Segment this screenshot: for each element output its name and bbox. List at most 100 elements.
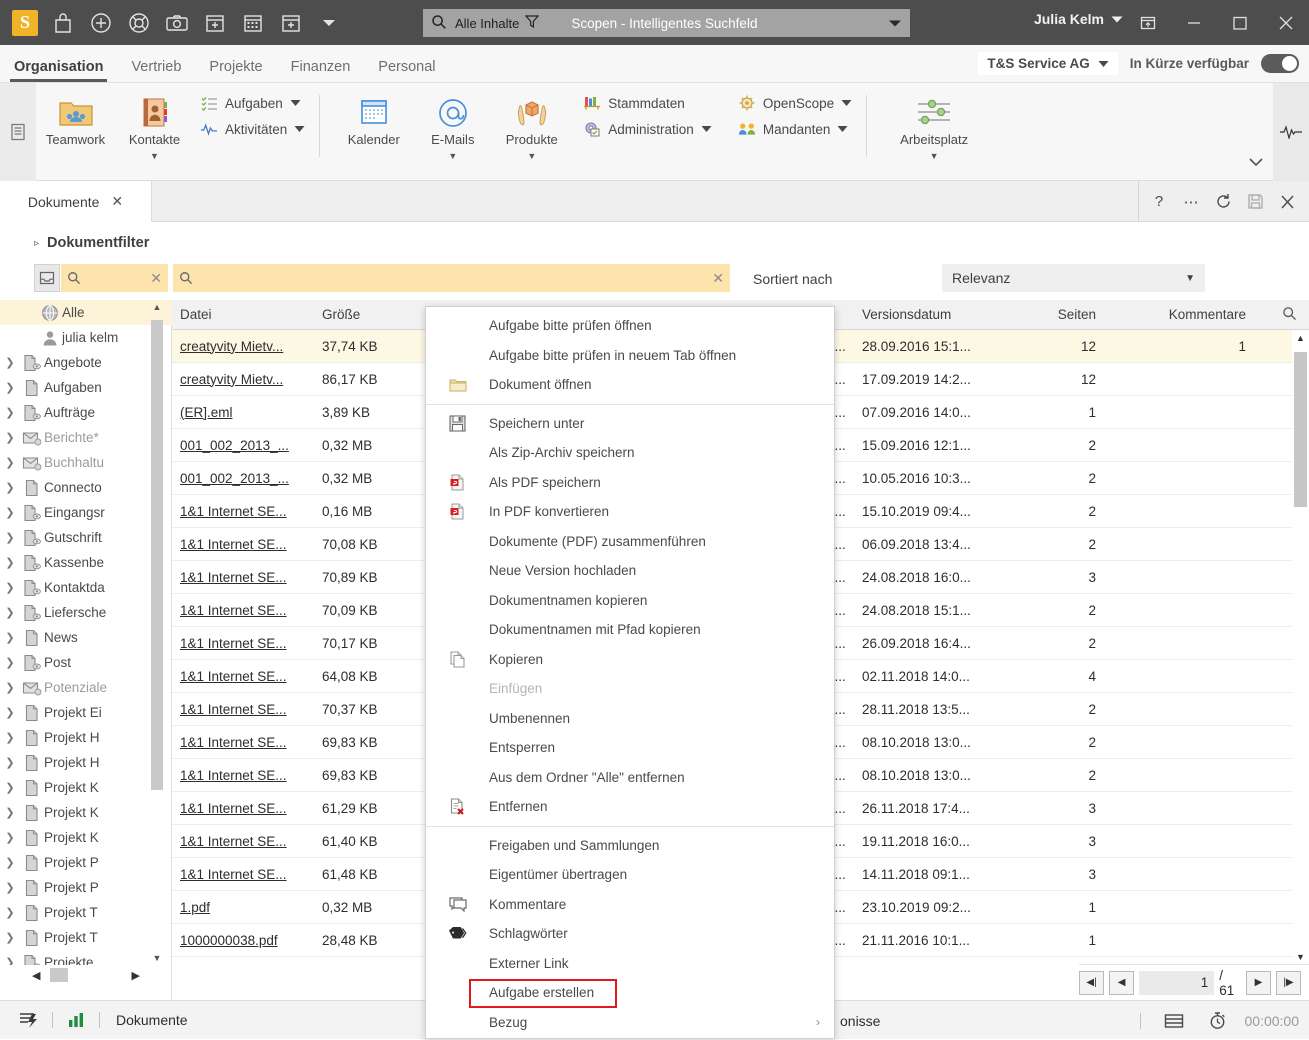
page-number-input[interactable]: 1 bbox=[1139, 971, 1214, 995]
page-next-button[interactable]: ▶ bbox=[1246, 971, 1271, 995]
chevron-down-icon[interactable]: ▼ bbox=[448, 151, 457, 161]
company-selector[interactable]: T&S Service AG bbox=[978, 52, 1117, 75]
ribbon-button-emails[interactable]: E-Mails ▼ bbox=[413, 83, 492, 161]
chevron-right-icon[interactable]: ❯ bbox=[0, 856, 20, 869]
filter-funnel-icon[interactable] bbox=[525, 14, 539, 32]
dokumentfilter-header[interactable]: ▹ Dokumentfilter bbox=[0, 222, 1309, 264]
close-icon[interactable] bbox=[1263, 0, 1309, 45]
quick-filter-input[interactable]: ✕ bbox=[61, 264, 168, 292]
column-header-groesse[interactable]: Größe bbox=[314, 307, 414, 322]
column-header-versionsdatum[interactable]: Versionsdatum bbox=[854, 307, 1004, 322]
menu-item-speichern-unter[interactable]: Speichern unter bbox=[426, 409, 834, 439]
chevron-down-icon[interactable] bbox=[310, 4, 348, 42]
page-prev-button[interactable]: ◀ bbox=[1109, 971, 1134, 995]
restore-down-icon[interactable] bbox=[1125, 0, 1171, 45]
sort-select[interactable]: Relevanz ▼ bbox=[942, 264, 1205, 292]
document-name-link[interactable]: 001_002_2013_... bbox=[180, 438, 289, 453]
tree-item-aufgaben[interactable]: ❯Aufgaben bbox=[0, 375, 172, 400]
tree-item-berichte[interactable]: ❯Berichte* bbox=[0, 425, 172, 450]
scroll-left-icon[interactable]: ◀ bbox=[32, 969, 40, 982]
chevron-right-icon[interactable]: ❯ bbox=[0, 531, 20, 544]
document-name-link[interactable]: 1&1 Internet SE... bbox=[180, 867, 287, 882]
menu-item-dokumentnamen-mit-pfad-kopieren[interactable]: Dokumentnamen mit Pfad kopieren bbox=[426, 615, 834, 645]
bag-icon[interactable] bbox=[44, 4, 82, 42]
scroll-up-icon[interactable]: ▲ bbox=[151, 300, 163, 314]
chevron-down-icon[interactable]: ▼ bbox=[527, 151, 536, 161]
tab-finanzen[interactable]: Finanzen bbox=[277, 59, 365, 82]
tree-item-projekt-p[interactable]: ❯Projekt P bbox=[0, 850, 172, 875]
camera-icon[interactable] bbox=[158, 4, 196, 42]
tree-item-gutschrift[interactable]: ❯Gutschrift bbox=[0, 525, 172, 550]
menu-item-in-pdf-konvertieren[interactable]: In PDF konvertieren bbox=[426, 497, 834, 527]
ribbon-expand-chevron-icon[interactable] bbox=[1239, 83, 1273, 181]
tree-item-projekte[interactable]: ❯Projekte bbox=[0, 950, 172, 965]
tab-projekte[interactable]: Projekte bbox=[195, 59, 276, 82]
ribbon-launcher-button[interactable] bbox=[0, 83, 36, 181]
chevron-right-icon[interactable]: ❯ bbox=[0, 506, 20, 519]
menu-item-schlagwörter[interactable]: Schlagwörter bbox=[426, 919, 834, 949]
menu-item-bezug[interactable]: Bezug› bbox=[426, 1008, 834, 1038]
menu-item-dokument-öffnen[interactable]: Dokument öffnen bbox=[426, 370, 834, 400]
menu-item-als-zip-archiv-speichern[interactable]: Als Zip-Archiv speichern bbox=[426, 438, 834, 468]
document-name-link[interactable]: 1&1 Internet SE... bbox=[180, 570, 287, 585]
tree-vertical-scrollbar[interactable]: ▲ ▼ bbox=[151, 300, 163, 965]
chevron-right-icon[interactable]: ❯ bbox=[0, 656, 20, 669]
search-dropdown-icon[interactable] bbox=[888, 16, 902, 31]
column-header-kommentare[interactable]: Kommentare bbox=[1104, 307, 1254, 322]
chevron-right-icon[interactable]: ❯ bbox=[0, 381, 20, 394]
stopwatch-icon[interactable] bbox=[1201, 1001, 1235, 1040]
document-name-link[interactable]: 1&1 Internet SE... bbox=[180, 537, 287, 552]
more-options-icon[interactable]: ⋯ bbox=[1175, 181, 1207, 222]
menu-item-aus-dem-ordner-alle-entfernen[interactable]: Aus dem Ordner "Alle" entfernen bbox=[426, 763, 834, 793]
menu-item-dokumentnamen-kopieren[interactable]: Dokumentnamen kopieren bbox=[426, 586, 834, 616]
chevron-right-icon[interactable]: ❯ bbox=[0, 581, 20, 594]
chevron-right-icon[interactable]: ❯ bbox=[0, 756, 20, 769]
ribbon-button-aufgaben[interactable]: Aufgaben bbox=[200, 94, 305, 112]
chevron-right-icon[interactable]: ❯ bbox=[0, 831, 20, 844]
maximize-icon[interactable] bbox=[1217, 0, 1263, 45]
tree-item-buchhaltu[interactable]: ❯Buchhaltu bbox=[0, 450, 172, 475]
document-name-link[interactable]: 001_002_2013_... bbox=[180, 471, 289, 486]
column-header-seiten[interactable]: Seiten bbox=[1004, 307, 1104, 322]
help-icon[interactable]: ? bbox=[1143, 181, 1175, 222]
document-name-link[interactable]: creatyvity Mietv... bbox=[180, 339, 283, 354]
tree-horizontal-scrollbar[interactable]: ◀ ▶ bbox=[0, 966, 172, 984]
tree-item-alle[interactable]: Alle bbox=[0, 300, 172, 325]
chevron-right-icon[interactable]: ❯ bbox=[0, 456, 20, 469]
menu-item-als-pdf-speichern[interactable]: Als PDF speichern bbox=[426, 468, 834, 498]
clear-icon[interactable]: ✕ bbox=[150, 270, 162, 287]
menu-item-entfernen[interactable]: Entfernen bbox=[426, 792, 834, 822]
tab-organisation[interactable]: Organisation bbox=[0, 59, 117, 82]
ribbon-button-teamwork[interactable]: Teamwork bbox=[36, 83, 115, 147]
scroll-down-icon[interactable]: ▼ bbox=[1292, 949, 1309, 965]
tab-dokumente[interactable]: Dokumente ✕ bbox=[0, 181, 152, 222]
chevron-right-icon[interactable]: ❯ bbox=[0, 406, 20, 419]
tree-item-projekt-k[interactable]: ❯Projekt K bbox=[0, 775, 172, 800]
document-name-link[interactable]: 1&1 Internet SE... bbox=[180, 504, 287, 519]
search-scope-label[interactable]: Alle Inhalte bbox=[455, 16, 519, 31]
tree-item-projekt-h[interactable]: ❯Projekt H bbox=[0, 750, 172, 775]
document-name-link[interactable]: 1.pdf bbox=[180, 900, 210, 915]
window-add-icon[interactable] bbox=[272, 4, 310, 42]
ribbon-button-openscope[interactable]: OpenScope bbox=[738, 94, 852, 112]
document-name-link[interactable]: 1&1 Internet SE... bbox=[180, 702, 287, 717]
tree-item-projekt-t[interactable]: ❯Projekt T bbox=[0, 900, 172, 925]
page-last-button[interactable]: |▶ bbox=[1276, 971, 1301, 995]
document-search-input[interactable]: ✕ bbox=[173, 264, 730, 292]
menu-item-dokumente-pdf-zusammenführen[interactable]: Dokumente (PDF) zusammenführen bbox=[426, 527, 834, 557]
tree-item-potenziale[interactable]: ❯Potenziale bbox=[0, 675, 172, 700]
availability-toggle[interactable] bbox=[1261, 54, 1299, 73]
tree-item-eingangsr[interactable]: ❯Eingangsr bbox=[0, 500, 172, 525]
chevron-right-icon[interactable]: ❯ bbox=[0, 681, 20, 694]
tree-item-news[interactable]: ❯News bbox=[0, 625, 172, 650]
save-icon[interactable] bbox=[1239, 181, 1271, 222]
chevron-right-icon[interactable]: ❯ bbox=[0, 606, 20, 619]
document-name-link[interactable]: 1&1 Internet SE... bbox=[180, 669, 287, 684]
ribbon-button-stammdaten[interactable]: Stammdaten bbox=[583, 94, 712, 112]
tree-item-auftr-ge[interactable]: ❯Aufträge bbox=[0, 400, 172, 425]
tree-item-post[interactable]: ❯Post bbox=[0, 650, 172, 675]
ribbon-button-arbeitsplatz[interactable]: Arbeitsplatz ▼ bbox=[881, 83, 987, 161]
tree-item-kassenbe[interactable]: ❯Kassenbe bbox=[0, 550, 172, 575]
close-icon[interactable]: ✕ bbox=[111, 193, 123, 210]
document-name-link[interactable]: 1&1 Internet SE... bbox=[180, 801, 287, 816]
